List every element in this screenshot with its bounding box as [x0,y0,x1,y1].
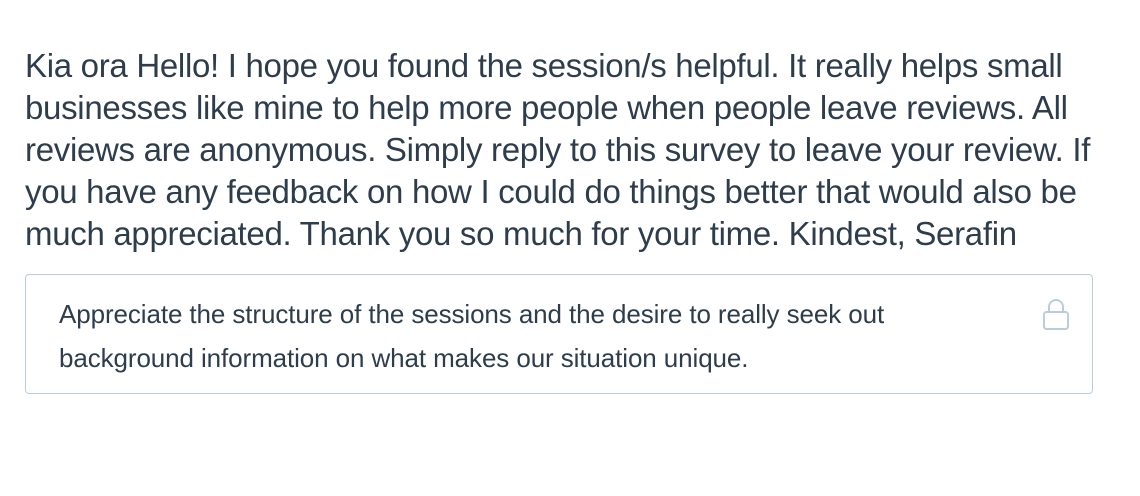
lock-icon [1043,299,1069,330]
response-field[interactable]: Appreciate the structure of the sessions… [25,274,1093,394]
survey-question-block: Kia ora Hello! I hope you found the sess… [25,45,1100,394]
question-text: Kia ora Hello! I hope you found the sess… [25,47,1091,252]
response-text: Appreciate the structure of the sessions… [59,299,885,373]
